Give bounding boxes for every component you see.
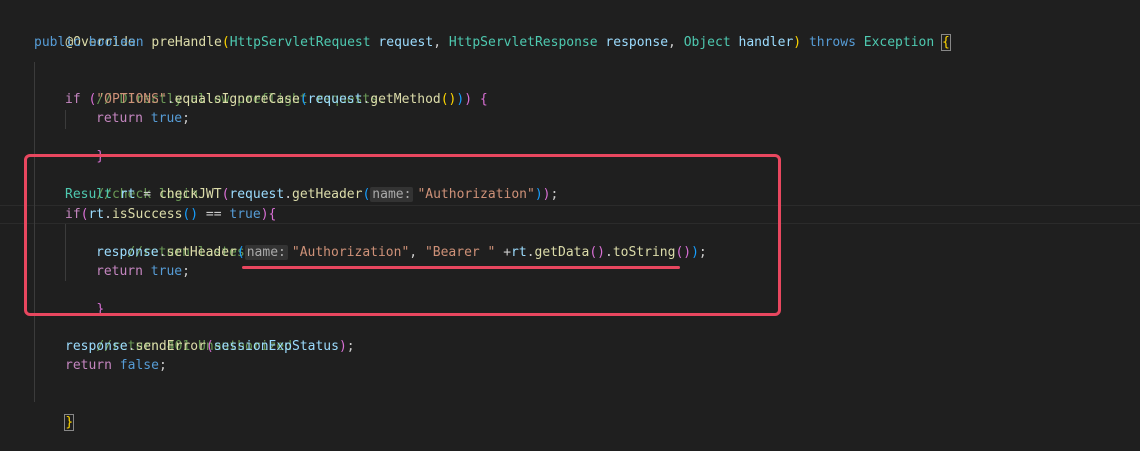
dot: .: [166, 92, 175, 107]
code-line-21[interactable]: }: [34, 394, 75, 431]
code-line-5[interactable]: if ("OPTIONS".equalsIgnoreCase(request.g…: [65, 90, 488, 109]
paren: (): [440, 92, 457, 107]
code-line-2[interactable]: public boolean preHandle(HttpServletRequ…: [34, 33, 951, 52]
public-keyword: public: [34, 35, 81, 50]
highlight-box: [24, 154, 781, 316]
boolean-literal: false: [119, 358, 159, 373]
semicolon: ;: [158, 358, 167, 373]
paren: ): [464, 92, 473, 107]
close-brace: }: [64, 414, 75, 431]
code-line-6[interactable]: return true;: [96, 109, 190, 128]
variable: request: [307, 92, 363, 107]
param-name: handler: [738, 35, 794, 50]
highlight-underline: [242, 266, 680, 269]
open-brace: {: [479, 92, 488, 107]
code-line-4[interactable]: // Directly allow preflight requests.: [65, 71, 386, 107]
paren: (: [221, 35, 230, 50]
comma: ,: [433, 35, 442, 50]
variable: response: [65, 339, 128, 354]
string-literal: "OPTIONS": [96, 92, 167, 107]
throws-keyword: throws: [808, 35, 856, 50]
boolean-keyword: boolean: [88, 35, 144, 50]
param-type: Object: [683, 35, 731, 50]
code-editor[interactable]: @Override public boolean preHandle(HttpS…: [0, 0, 1140, 435]
semicolon: ;: [182, 111, 190, 126]
paren: (: [205, 339, 214, 354]
boolean-literal: true: [150, 111, 183, 126]
code-line-19[interactable]: return false;: [65, 356, 167, 375]
method-call: getMethod: [370, 92, 441, 107]
paren: ): [338, 339, 347, 354]
code-line-1[interactable]: @Override: [34, 14, 135, 50]
semicolon: ;: [346, 339, 355, 354]
paren: (: [299, 92, 308, 107]
method-name: preHandle: [151, 35, 222, 50]
return-keyword: return: [96, 111, 143, 126]
method-call: equalsIgnoreCase: [174, 92, 300, 107]
exception-type: Exception: [863, 35, 935, 50]
param-type: HttpServletResponse: [448, 35, 598, 50]
code-line-7[interactable]: }: [65, 128, 104, 164]
variable: sessionExpStatus: [213, 339, 339, 354]
method-call: sendError: [135, 339, 206, 354]
param-name: request: [378, 35, 434, 50]
code-line-17[interactable]: //return 401 Unauthorized: [65, 318, 292, 354]
param-name: response: [605, 35, 669, 50]
paren: ): [793, 35, 802, 50]
return-keyword: return: [65, 358, 112, 373]
if-keyword: if: [65, 92, 81, 107]
code-line-18[interactable]: response.sendError(sessionExpStatus);: [65, 337, 355, 356]
param-type: HttpServletRequest: [229, 35, 371, 50]
comma: ,: [668, 35, 676, 50]
open-brace: {: [941, 34, 951, 51]
